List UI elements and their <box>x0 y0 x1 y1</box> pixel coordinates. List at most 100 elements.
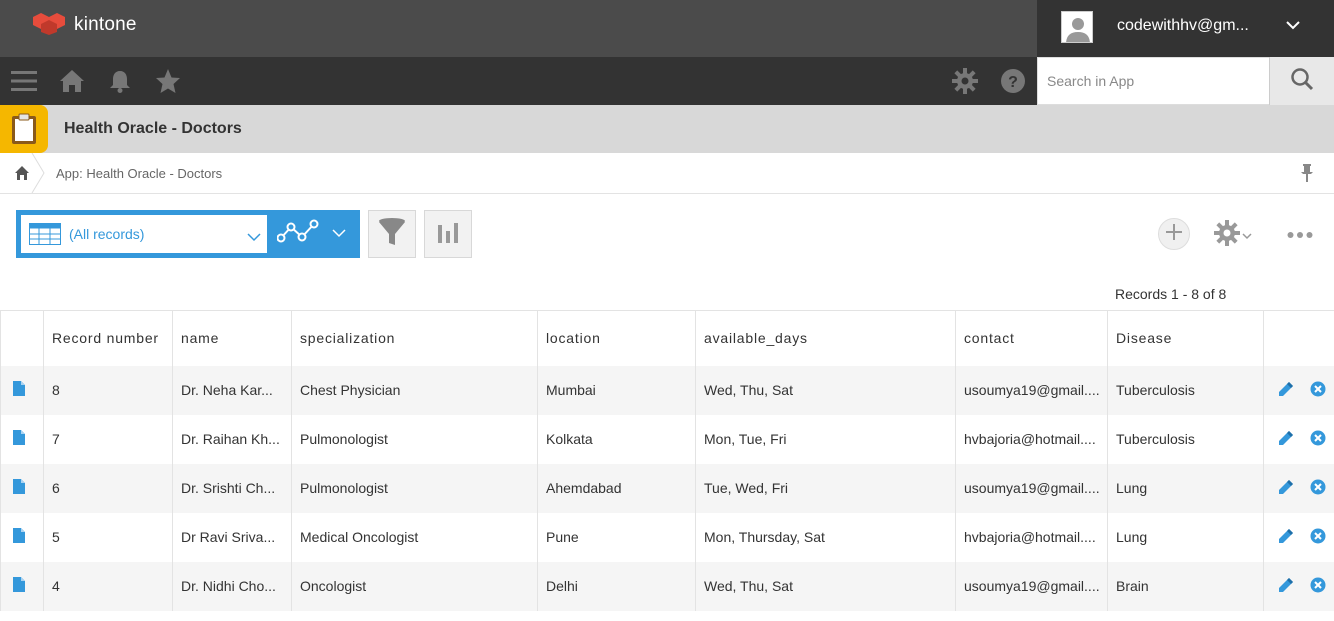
edit-pencil-icon[interactable] <box>1278 577 1294 596</box>
record-detail-cell[interactable] <box>0 414 44 464</box>
search-input[interactable] <box>1038 58 1269 104</box>
document-icon[interactable] <box>13 430 25 448</box>
view-selector: (All records) <box>16 210 360 258</box>
record-detail-cell[interactable] <box>0 561 44 611</box>
cell-location: Ahemdabad <box>537 463 696 513</box>
star-icon[interactable] <box>154 67 182 95</box>
record-detail-cell[interactable] <box>0 512 44 562</box>
cell-record-number: 4 <box>43 561 173 611</box>
cell-available-days: Tue, Wed, Fri <box>695 463 956 513</box>
row-actions <box>1263 561 1334 611</box>
cell-record-number: 6 <box>43 463 173 513</box>
more-options-button[interactable] <box>1287 226 1313 244</box>
cell-location: Mumbai <box>537 365 696 415</box>
table-row: 4 Dr. Nidhi Cho... Oncologist Delhi Wed,… <box>0 561 1334 611</box>
row-actions <box>1263 414 1334 464</box>
search-field[interactable] <box>1037 57 1270 105</box>
edit-pencil-icon[interactable] <box>1278 430 1294 449</box>
cell-specialization: Medical Oncologist <box>291 512 538 562</box>
filter-button[interactable] <box>368 210 416 258</box>
document-icon[interactable] <box>13 479 25 497</box>
cell-contact[interactable]: usoumya19@gmail.... <box>955 365 1108 415</box>
document-icon[interactable] <box>13 528 25 546</box>
cell-specialization: Pulmonologist <box>291 414 538 464</box>
cell-contact[interactable]: hvbajoria@hotmail.... <box>955 512 1108 562</box>
cell-record-number: 7 <box>43 414 173 464</box>
column-header[interactable]: specialization <box>291 310 538 366</box>
cell-contact[interactable]: usoumya19@gmail.... <box>955 561 1108 611</box>
edit-pencil-icon[interactable] <box>1278 381 1294 400</box>
cell-name: Dr. Raihan Kh... <box>172 414 292 464</box>
cell-contact[interactable]: hvbajoria@hotmail.... <box>955 414 1108 464</box>
record-detail-cell[interactable] <box>0 463 44 513</box>
cell-location: Delhi <box>537 561 696 611</box>
cell-available-days: Mon, Tue, Fri <box>695 414 956 464</box>
gear-icon <box>1214 220 1240 251</box>
cell-disease: Brain <box>1107 561 1264 611</box>
delete-icon[interactable] <box>1310 430 1326 449</box>
help-icon[interactable]: ? <box>999 67 1027 95</box>
clipboard-icon <box>0 105 48 153</box>
cell-location: Kolkata <box>537 414 696 464</box>
column-header[interactable]: name <box>172 310 292 366</box>
cell-specialization: Oncologist <box>291 561 538 611</box>
row-actions <box>1263 512 1334 562</box>
chevron-down-icon <box>1242 227 1252 245</box>
cell-record-number: 8 <box>43 365 173 415</box>
kintone-logo-icon <box>32 11 66 40</box>
cell-name: Dr. Srishti Ch... <box>172 463 292 513</box>
nav-bar: ? <box>0 57 1334 105</box>
pin-icon[interactable] <box>1300 163 1314 188</box>
delete-icon[interactable] <box>1310 381 1326 400</box>
column-header[interactable]: available_days <box>695 310 956 366</box>
records-table: Record number name specialization locati… <box>0 310 1334 611</box>
table-row: 6 Dr. Srishti Ch... Pulmonologist Ahemda… <box>0 463 1334 513</box>
app-brand-name: kintone <box>74 14 137 35</box>
column-header[interactable]: Disease <box>1107 310 1264 366</box>
plus-icon <box>1165 223 1183 246</box>
chevron-down-icon <box>1286 18 1300 37</box>
cell-available-days: Wed, Thu, Sat <box>695 561 956 611</box>
cell-contact[interactable]: usoumya19@gmail.... <box>955 463 1108 513</box>
search-icon <box>1290 67 1314 96</box>
app-title: Health Oracle - Doctors <box>64 120 242 137</box>
ellipsis-icon <box>1287 226 1313 243</box>
kintone-logo[interactable]: kintone <box>32 12 137 38</box>
column-header[interactable]: location <box>537 310 696 366</box>
record-detail-cell[interactable] <box>0 365 44 415</box>
menu-icon[interactable] <box>10 67 38 95</box>
graph-icon <box>276 219 319 250</box>
column-header[interactable]: contact <box>955 310 1108 366</box>
edit-pencil-icon[interactable] <box>1278 479 1294 498</box>
cell-disease: Tuberculosis <box>1107 365 1264 415</box>
delete-icon[interactable] <box>1310 528 1326 547</box>
column-header-icon <box>0 310 44 366</box>
view-dropdown[interactable]: (All records) <box>21 215 267 253</box>
search-button[interactable] <box>1269 57 1334 105</box>
document-icon[interactable] <box>13 381 25 399</box>
cell-name: Dr. Neha Kar... <box>172 365 292 415</box>
column-header-actions <box>1263 310 1334 366</box>
app-title-bar: Health Oracle - Doctors <box>0 105 1334 153</box>
app-settings-button[interactable] <box>1214 220 1252 251</box>
bell-icon[interactable] <box>106 67 134 95</box>
settings-icon[interactable] <box>951 67 979 95</box>
delete-icon[interactable] <box>1310 479 1326 498</box>
chevron-down-icon <box>332 225 346 243</box>
cell-available-days: Mon, Thursday, Sat <box>695 512 956 562</box>
row-actions <box>1263 463 1334 513</box>
add-record-button[interactable] <box>1158 218 1190 250</box>
user-menu[interactable]: codewithhv@gm... <box>1037 0 1334 57</box>
graph-button[interactable] <box>424 210 472 258</box>
row-actions <box>1263 365 1334 415</box>
document-icon[interactable] <box>13 577 25 595</box>
breadcrumb-app-link[interactable]: App: Health Oracle - Doctors <box>56 166 222 181</box>
column-header[interactable]: Record number <box>43 310 173 366</box>
avatar-icon <box>1061 11 1093 43</box>
home-icon[interactable] <box>58 67 86 95</box>
edit-pencil-icon[interactable] <box>1278 528 1294 547</box>
delete-icon[interactable] <box>1310 577 1326 596</box>
svg-text:?: ? <box>1008 74 1018 91</box>
graph-view-dropdown[interactable] <box>267 210 360 258</box>
cell-name: Dr. Nidhi Cho... <box>172 561 292 611</box>
